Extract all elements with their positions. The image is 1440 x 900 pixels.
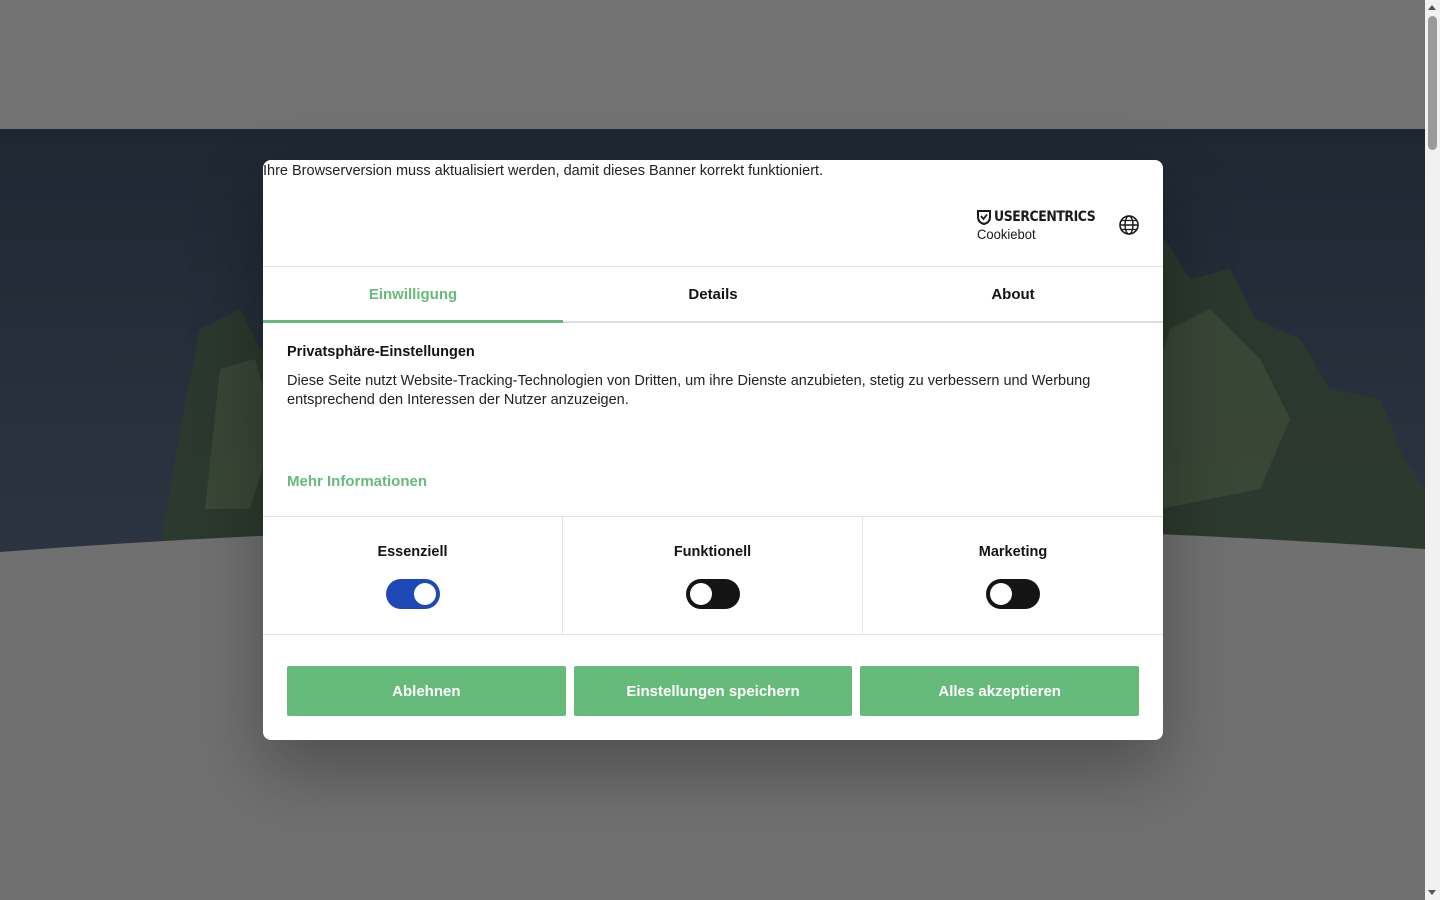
scroll-up-arrow-icon[interactable] (1428, 5, 1436, 10)
category-marketing: Marketing (863, 517, 1163, 634)
category-label: Essenziell (377, 544, 448, 560)
save-settings-button[interactable]: Einstellungen speichern (573, 666, 853, 716)
marketing-toggle[interactable] (986, 579, 1040, 609)
toggle-knob (990, 583, 1012, 605)
tab-about[interactable]: About (863, 267, 1163, 321)
category-essenziell: Essenziell (263, 517, 563, 634)
essenziell-toggle[interactable] (386, 579, 440, 609)
cookie-consent-dialog: Ihre Browserversion muss aktualisiert we… (263, 160, 1163, 740)
category-label: Marketing (978, 544, 1048, 560)
more-info-link[interactable]: Mehr Informationen (287, 473, 427, 490)
scrollbar-thumb[interactable] (1428, 16, 1437, 150)
toggle-knob (690, 583, 712, 605)
toggle-knob (414, 583, 436, 605)
reject-button[interactable]: Ablehnen (287, 666, 566, 716)
brand-product: Cookiebot (977, 226, 1036, 242)
consent-actions: Ablehnen Einstellungen speichern Alles a… (287, 666, 1140, 716)
active-tab-indicator (263, 320, 563, 323)
funktionell-toggle[interactable] (686, 579, 740, 609)
tab-label: Einwilligung (368, 285, 458, 303)
page-header-area (0, 0, 1425, 129)
privacy-title: Privatsphäre-Einstellungen (287, 344, 475, 360)
consent-tabs: Einwilligung Details About (263, 266, 1163, 323)
browser-version-warning: Ihre Browserversion muss aktualisiert we… (263, 163, 824, 179)
tab-einwilligung[interactable]: Einwilligung (263, 267, 563, 323)
brand-name: USERCENTRICS (994, 209, 1096, 225)
tab-label: About (991, 285, 1035, 303)
globe-icon[interactable] (1118, 214, 1140, 236)
tab-label: Details (688, 285, 738, 303)
category-label: Funktionell (673, 544, 752, 560)
privacy-description: Diese Seite nutzt Website-Tracking-Techn… (287, 373, 1091, 408)
usercentrics-cookiebot-logo: USERCENTRICS Cookiebot (977, 209, 1096, 245)
category-funktionell: Funktionell (563, 517, 863, 634)
page-scrollbar[interactable] (1425, 0, 1440, 900)
scroll-down-arrow-icon[interactable] (1428, 890, 1436, 895)
consent-categories: Essenziell Funktionell Marketing (263, 516, 1163, 635)
accept-all-button[interactable]: Alles akzeptieren (860, 666, 1140, 716)
privacy-section: Privatsphäre-Einstellungen Diese Seite n… (287, 344, 1139, 410)
tab-details[interactable]: Details (563, 267, 863, 321)
shield-icon (977, 209, 991, 225)
